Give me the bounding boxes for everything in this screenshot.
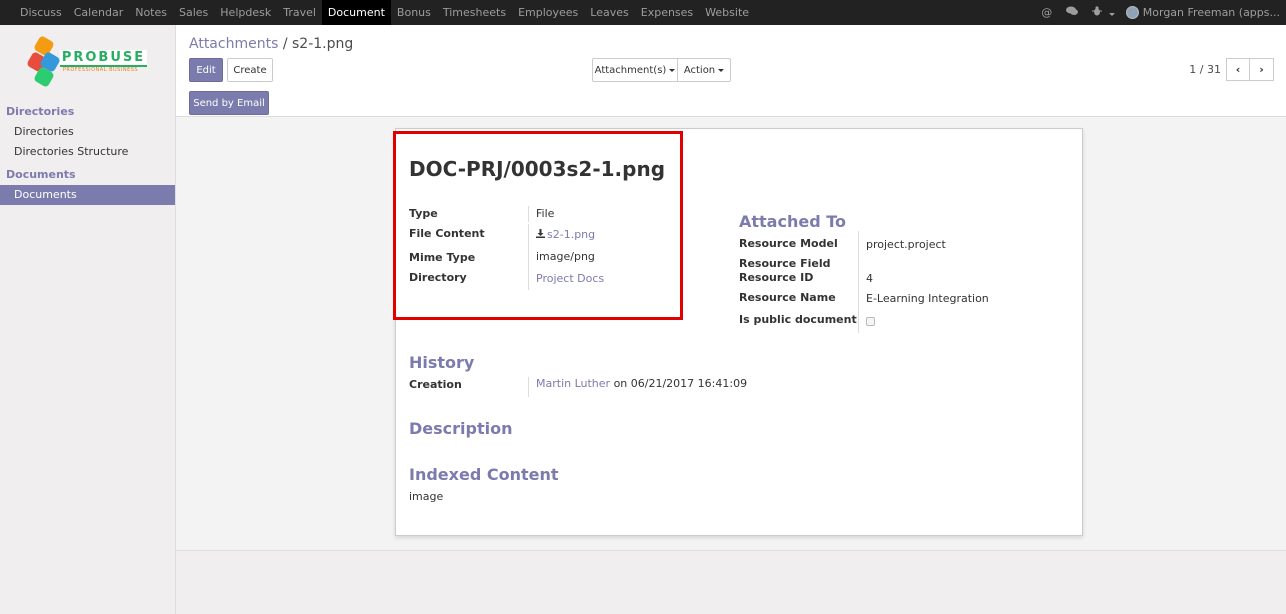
menu-item-leaves[interactable]: Leaves	[584, 0, 634, 25]
creation-user-link[interactable]: Martin Luther	[536, 377, 610, 390]
top-navbar: Discuss Calendar Notes Sales Helpdesk Tr…	[0, 0, 1286, 25]
directory-link[interactable]: Project Docs	[528, 268, 604, 290]
menu-item-sales[interactable]: Sales	[173, 0, 214, 25]
mime-type-value[interactable]: image/png	[528, 246, 595, 268]
mime-type-label: Mime Type	[409, 251, 476, 264]
menu-item-timesheets[interactable]: Timesheets	[437, 0, 512, 25]
sidebar-actions: Attachment(s) Action	[592, 58, 731, 82]
description-heading: Description	[409, 419, 513, 438]
logo-title: PROBUSE	[59, 49, 148, 67]
sidebar-item-documents[interactable]: Documents	[0, 185, 175, 205]
creation-value: Martin Luther on 06/21/2017 16:41:09	[528, 377, 747, 397]
systray: @ Morgan Freeman (apps...	[1034, 0, 1286, 25]
pager-previous-button[interactable]: ‹	[1226, 58, 1250, 81]
app-menu: Discuss Calendar Notes Sales Helpdesk Tr…	[0, 0, 755, 25]
creation-label: Creation	[409, 378, 462, 391]
resource-model-label: Resource Model	[739, 237, 838, 250]
chat-icon[interactable]	[1059, 6, 1085, 19]
menu-item-expenses[interactable]: Expenses	[635, 0, 699, 25]
footer-band	[176, 550, 1286, 614]
menu-item-travel[interactable]: Travel	[277, 0, 322, 25]
bug-icon[interactable]	[1085, 6, 1122, 19]
pager-value: 1 / 31	[1189, 63, 1221, 76]
type-label: Type	[409, 207, 438, 220]
indexed-content-heading: Indexed Content	[409, 465, 559, 484]
send-by-email-button[interactable]: Send by Email	[189, 91, 269, 115]
form-view: DOC-PRJ/0003s2-1.png Type File File Cont…	[176, 117, 1286, 550]
resource-name-label: Resource Name	[739, 291, 836, 304]
create-button[interactable]: Create	[227, 58, 273, 82]
file-content-link[interactable]: s2-1.png	[528, 224, 595, 246]
resource-id-value[interactable]: 4	[866, 272, 873, 285]
sidebar: PROBUSE PROFESSIONAL BUSINESS Directorie…	[0, 25, 176, 614]
pager-next-button[interactable]: ›	[1250, 58, 1274, 81]
sidebar-section-documents: Documents	[6, 168, 76, 181]
creation-date: on 06/21/2017 16:41:09	[613, 377, 748, 390]
breadcrumb-separator: /	[282, 36, 288, 52]
menu-item-website[interactable]: Website	[699, 0, 755, 25]
history-heading: History	[409, 353, 475, 372]
indexed-content-value: image	[409, 490, 444, 503]
breadcrumb: Attachments / s2-1.png	[189, 36, 353, 52]
action-label: Action	[683, 64, 716, 76]
menu-item-notes[interactable]: Notes	[129, 0, 173, 25]
edit-button[interactable]: Edit	[189, 58, 223, 82]
logo-hexes-icon	[25, 35, 61, 88]
field-divider	[858, 231, 859, 333]
sidebar-section-directories: Directories	[6, 105, 75, 118]
user-menu[interactable]: Morgan Freeman (apps...	[1122, 6, 1286, 19]
chevron-down-icon	[1108, 13, 1115, 16]
attachments-dropdown[interactable]: Attachment(s)	[592, 58, 678, 82]
directory-label: Directory	[409, 271, 467, 284]
logo-subtitle: PROFESSIONAL BUSINESS	[62, 66, 139, 73]
resource-model-value[interactable]: project.project	[866, 238, 946, 251]
control-panel: Attachments / s2-1.png Edit Create Attac…	[176, 25, 1286, 117]
menu-item-document[interactable]: Document	[321, 0, 391, 25]
menu-item-discuss[interactable]: Discuss	[14, 0, 68, 25]
sidebar-item-directories-structure[interactable]: Directories Structure	[0, 142, 175, 162]
avatar	[1125, 6, 1139, 19]
resource-field-label: Resource Field	[739, 257, 831, 270]
attached-to-heading: Attached To	[739, 212, 847, 231]
menu-item-calendar[interactable]: Calendar	[68, 0, 129, 25]
attachments-label: Attachment(s)	[594, 64, 667, 76]
breadcrumb-attachments[interactable]: Attachments	[189, 36, 278, 52]
action-dropdown[interactable]: Action	[678, 58, 731, 82]
company-logo: PROBUSE PROFESSIONAL BUSINESS	[0, 25, 175, 97]
record-title: DOC-PRJ/0003s2-1.png	[409, 157, 666, 181]
user-name: Morgan Freeman (apps...	[1142, 6, 1280, 19]
resource-id-label: Resource ID	[739, 271, 814, 284]
download-icon	[536, 225, 545, 247]
chevron-down-icon	[718, 68, 725, 72]
at-icon[interactable]: @	[1034, 6, 1059, 19]
is-public-checkbox[interactable]	[866, 317, 875, 326]
breadcrumb-current: s2-1.png	[292, 36, 354, 52]
sidebar-item-directories[interactable]: Directories	[0, 122, 175, 142]
is-public-label: Is public document	[739, 313, 857, 326]
menu-item-employees[interactable]: Employees	[512, 0, 584, 25]
resource-name-value[interactable]: E-Learning Integration	[866, 292, 989, 305]
form-sheet: DOC-PRJ/0003s2-1.png Type File File Cont…	[395, 128, 1083, 536]
chevron-down-icon	[669, 68, 676, 72]
chevron-right-icon: ›	[1259, 63, 1264, 76]
file-content-label: File Content	[409, 227, 485, 240]
type-value[interactable]: File	[528, 206, 554, 222]
chevron-left-icon: ‹	[1235, 63, 1241, 76]
menu-item-helpdesk[interactable]: Helpdesk	[214, 0, 277, 25]
menu-item-bonus[interactable]: Bonus	[391, 0, 437, 25]
file-content-value: s2-1.png	[547, 228, 596, 241]
pager: 1 / 31 ‹ ›	[1189, 58, 1274, 81]
